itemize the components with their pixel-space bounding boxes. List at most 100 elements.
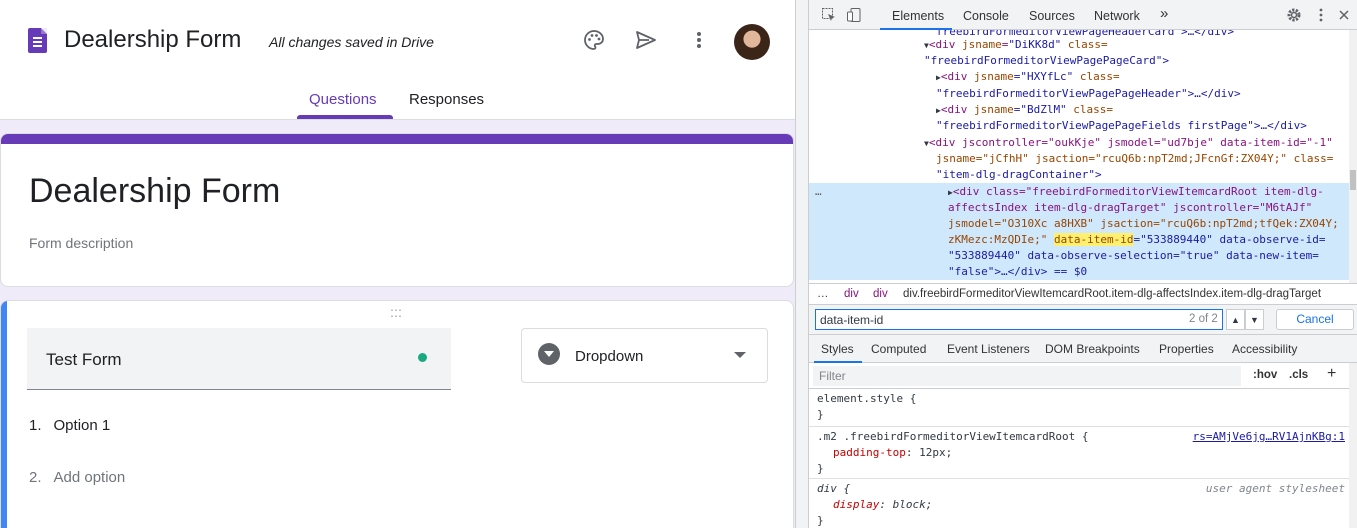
accent-bar [1,134,793,144]
selected-dom-line[interactable]: jsmodel="O310Xc a8HXB" jsaction="rcuQ6b:… [948,216,1339,233]
question-type-select[interactable]: Dropdown [521,328,768,383]
styles-scrollbar[interactable] [1349,363,1357,528]
dom-line[interactable]: ▼<div jscontroller="oukKje" jsmodel="ud7… [924,135,1333,153]
rule-declaration[interactable]: padding-top: 12px; [833,444,952,461]
tab-responses[interactable]: Responses [409,91,484,108]
dropdown-type-icon [538,343,560,365]
style-rule[interactable]: div { user agent stylesheet display: blo… [809,479,1349,528]
form-title[interactable]: Dealership Form [29,172,280,211]
device-toolbar-icon[interactable] [846,7,864,23]
inspect-element-icon[interactable] [821,7,839,23]
rule-close: } [817,462,824,475]
dom-line[interactable]: jsname="jCfhH" jsaction="rcuQ6b:npT2md;J… [936,151,1333,168]
dom-line[interactable]: ▼<div jsname="DiKK8d" class= [924,37,1108,55]
styles-filter-input[interactable]: Filter [813,366,1241,386]
avatar[interactable] [734,24,770,60]
dom-tree[interactable]: freebirdFormeditorViewPageHeaderCard">…<… [809,30,1357,283]
subtab-event-listeners[interactable]: Event Listeners [947,342,1030,356]
more-options-icon[interactable] [1313,7,1331,23]
subtab-accessibility[interactable]: Accessibility [1232,342,1297,356]
tab-elements[interactable]: Elements [892,9,944,23]
breadcrumb: … div div div.freebirdFormeditorViewItem… [809,283,1357,305]
add-option-row[interactable]: 2. Add option [29,469,125,486]
node-actions-ellipsis[interactable]: … [815,184,822,201]
option-row[interactable]: 1. Option 1 [29,417,110,434]
panel-divider[interactable] [795,0,809,528]
forms-header: Dealership Form All changes saved in Dri… [0,0,795,120]
settings-gear-icon[interactable] [1286,7,1304,23]
subtab-styles[interactable]: Styles [821,342,854,356]
dom-search-bar: data-item-id 2 of 2 ▲ ▼ Cancel [809,305,1357,335]
selected-dom-line[interactable]: "533889440" data-observe-selection="true… [948,248,1319,265]
breadcrumb-item[interactable]: … [817,288,829,300]
app-form-title[interactable]: Dealership Form [64,26,241,54]
chevron-down-icon: ▼ [1250,314,1259,325]
active-tab-indicator [297,115,393,119]
styles-rules: element.style { } .m2 .freebirdFormedito… [809,389,1349,528]
rule-source-link[interactable]: rs=AMjVe6jg…RV1AjnKBg:1 [1193,428,1345,445]
question-title-field[interactable]: Test Form [27,328,451,390]
rule-declaration[interactable]: display: block; [833,496,932,513]
chevron-down-icon [734,352,746,358]
option-number: 2. [29,469,42,486]
question-type-label: Dropdown [575,348,644,365]
question-title: Test Form [46,350,122,369]
dom-line[interactable]: "freebirdFormeditorViewPagePageFields fi… [936,118,1307,135]
search-match-count: 2 of 2 [1189,313,1218,325]
more-tabs-icon[interactable]: » [1160,5,1168,22]
rule-selector: div { [817,482,851,495]
dom-line[interactable]: "freebirdFormeditorViewPagePageCard"> [924,53,1169,70]
rule-selector: element.style { [817,392,917,405]
dom-line[interactable]: "freebirdFormeditorViewPagePageHeader">…… [936,86,1241,103]
breadcrumb-item-current[interactable]: div.freebirdFormeditorViewItemcardRoot.i… [903,288,1321,300]
search-cancel-button[interactable]: Cancel [1276,309,1354,330]
styles-filter-bar: Filter :hov .cls + [809,363,1357,389]
subtab-properties[interactable]: Properties [1159,342,1214,356]
search-match-highlight: data-item-id [1053,233,1134,246]
subtab-computed[interactable]: Computed [871,342,926,356]
style-rule[interactable]: element.style { } [809,389,1349,427]
tab-console[interactable]: Console [963,9,1009,23]
palette-icon[interactable] [580,26,608,54]
selected-dom-line[interactable]: zKMezc:MzQDIe;" data-item-id="533889440"… [948,232,1326,249]
option-number: 1. [29,417,42,434]
tab-network[interactable]: Network [1094,9,1140,23]
drag-handle-icon[interactable]: ⋯ ⋯ [390,304,403,322]
rule-source: user agent stylesheet [1205,482,1345,495]
search-prev-button[interactable]: ▲ [1226,309,1245,330]
dom-search-input[interactable]: data-item-id [815,309,1223,330]
hover-state-toggle[interactable]: :hov [1253,369,1277,381]
save-status: All changes saved in Drive [269,34,434,50]
close-icon[interactable] [1336,7,1354,23]
forms-logo-icon[interactable] [28,28,47,53]
dom-scrollbar[interactable] [1349,30,1357,283]
devtools-toolbar: Elements Console Sources Network » [809,0,1357,30]
selected-dom-line[interactable]: affectsIndex item-dlg-dragTarget" jscont… [948,200,1312,217]
class-toggle[interactable]: .cls [1289,369,1308,381]
google-forms-editor: Dealership Form All changes saved in Dri… [0,0,795,528]
subtab-dom-breakpoints[interactable]: DOM Breakpoints [1045,342,1140,356]
tab-sources[interactable]: Sources [1029,9,1075,23]
devtools-panel: Elements Console Sources Network » freeb… [809,0,1357,528]
new-style-rule-button[interactable]: + [1327,365,1336,383]
selected-dom-line[interactable]: ▶<div class="freebirdFormeditorViewItemc… [948,184,1324,202]
dom-line[interactable]: "item-dlg-dragContainer"> [936,167,1102,184]
breadcrumb-item[interactable]: div [873,288,888,300]
search-next-button[interactable]: ▼ [1245,309,1264,330]
breadcrumb-item[interactable]: div [844,288,859,300]
send-icon[interactable] [632,26,660,54]
form-description-field[interactable]: Form description [29,235,133,251]
question-card[interactable]: ⋯ ⋯ Test Form Dropdown 1. Option 1 2. Add o… [0,300,794,528]
style-rule[interactable]: .m2 .freebirdFormeditorViewItemcardRoot … [809,427,1349,479]
active-card-indicator [1,301,7,528]
dom-line[interactable]: ▶<div jsname="BdZlM" class= [936,102,1113,120]
tab-questions[interactable]: Questions [309,91,377,108]
add-option-button[interactable]: Add option [54,469,126,486]
form-title-card[interactable]: Dealership Form Form description [0,133,794,287]
option-label[interactable]: Option 1 [54,417,111,434]
more-vert-icon[interactable] [685,26,713,54]
rule-close: } [817,408,824,421]
styles-subtabs: Styles Computed Event Listeners DOM Brea… [809,335,1357,363]
dom-line[interactable]: ▶<div jsname="HXYfLc" class= [936,69,1120,87]
selected-dom-line[interactable]: "false">…</div> == $0 [948,264,1087,281]
